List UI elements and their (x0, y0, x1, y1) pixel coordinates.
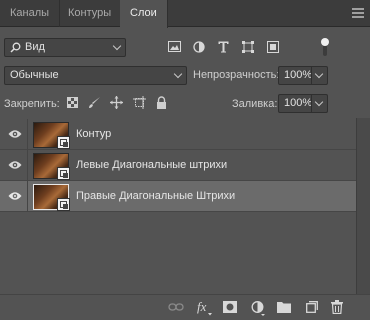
svg-text:fx: fx (197, 300, 207, 314)
lock-transparent-pixels-icon[interactable] (67, 97, 78, 108)
lock-image-pixels-icon[interactable] (88, 96, 101, 109)
tab-paths-label: Контуры (68, 7, 112, 19)
chevron-down-icon (314, 69, 324, 79)
filter-smart-object-icon[interactable] (267, 41, 279, 53)
chevron-down-icon (173, 69, 183, 79)
row-divider (27, 181, 28, 212)
layer-name[interactable]: Левые Диагональные штрихи (76, 159, 227, 171)
layer-thumbnail[interactable] (33, 184, 70, 211)
tab-layers-label: Слои (130, 7, 157, 19)
new-layer-icon[interactable] (306, 301, 318, 313)
fx-icon[interactable]: fx (197, 300, 213, 316)
visibility-eye-icon[interactable] (8, 129, 22, 139)
opacity-value: 100% (284, 69, 313, 81)
tab-channels[interactable]: Каналы (0, 0, 61, 27)
fill-input[interactable]: 100% (278, 94, 312, 113)
opacity-dropdown-button[interactable] (311, 66, 328, 85)
blend-mode-select[interactable]: Обычные (4, 66, 187, 85)
chevron-down-icon (314, 97, 324, 107)
layer-name[interactable]: Правые Диагональные Штрихи (76, 190, 235, 202)
blend-mode-value: Обычные (10, 69, 59, 81)
layer-row-selected[interactable]: Правые Диагональные Штрихи (0, 181, 356, 212)
layers-scrollbar[interactable] (356, 118, 370, 294)
tab-channels-label: Каналы (10, 7, 50, 19)
filter-kind-select[interactable]: Вид (4, 38, 126, 57)
chevron-down-icon (112, 41, 122, 51)
layer-row[interactable]: Левые Диагональные штрихи (0, 150, 356, 181)
filter-type-icon[interactable] (218, 41, 229, 53)
filter-pixel-icon[interactable] (168, 41, 181, 52)
layers-bottom-toolbar: fx (0, 294, 370, 320)
opacity-input[interactable]: 100% (278, 66, 312, 85)
layer-name[interactable]: Контур (76, 128, 111, 140)
filter-kind-label: Вид (25, 41, 45, 53)
tab-paths[interactable]: Контуры (58, 0, 123, 27)
row-divider (27, 119, 28, 150)
lock-all-icon[interactable] (156, 96, 167, 109)
filter-shape-icon[interactable] (242, 41, 254, 53)
lock-position-icon[interactable] (110, 96, 123, 109)
filter-adjustment-icon[interactable] (193, 41, 205, 53)
fill-value: 100% (284, 97, 313, 109)
fill-label: Заливка: (232, 98, 278, 110)
panel-tab-bar: Каналы Контуры Слои (0, 0, 370, 28)
layer-row[interactable]: Контур (0, 119, 356, 150)
filter-toggle-icon[interactable] (320, 37, 330, 57)
visibility-eye-icon[interactable] (8, 191, 22, 201)
link-layers-icon[interactable] (168, 301, 184, 313)
add-mask-icon[interactable] (223, 301, 237, 313)
smart-object-badge-icon (57, 167, 70, 180)
adjustment-layer-icon[interactable] (251, 301, 266, 316)
fill-dropdown-button[interactable] (311, 94, 328, 113)
search-icon (10, 42, 21, 53)
layer-thumbnail[interactable] (33, 122, 70, 149)
delete-layer-icon[interactable] (331, 300, 343, 314)
layer-thumbnail[interactable] (33, 153, 70, 180)
row-divider (27, 150, 28, 181)
tab-layers[interactable]: Слои (120, 0, 168, 28)
smart-object-badge-icon (57, 136, 70, 149)
lock-label: Закрепить: (4, 98, 60, 110)
opacity-label: Непрозрачность: (193, 69, 280, 81)
panel-menu-icon[interactable] (352, 8, 364, 18)
new-group-icon[interactable] (277, 301, 291, 313)
visibility-eye-icon[interactable] (8, 160, 22, 170)
lock-artboard-icon[interactable] (133, 96, 146, 109)
smart-object-badge-icon (57, 198, 70, 211)
